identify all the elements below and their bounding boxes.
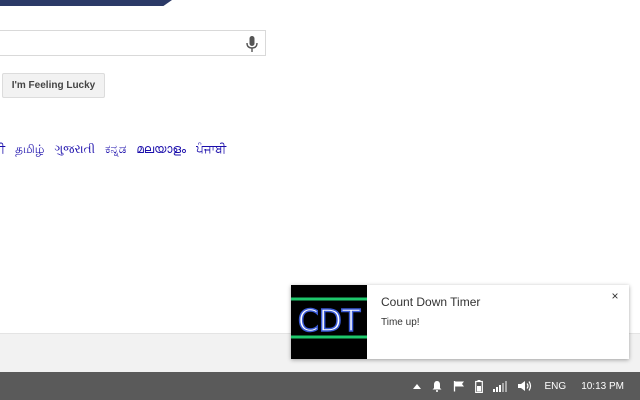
language-links: ਰੀ தமிழ் ગુજરાતી ಕನ್ನಡ മലയാളം ਪੰਜਾਬੀ (0, 142, 226, 158)
language-link[interactable]: ગુજરાતી (54, 142, 95, 158)
top-banner (0, 0, 172, 6)
system-clock[interactable]: 10:13 PM (573, 372, 640, 400)
notification-title: Count Down Timer (381, 295, 481, 309)
notification-message: Time up! (381, 317, 420, 328)
search-input[interactable] (0, 30, 266, 56)
app-logo: CDT (291, 285, 367, 359)
battery-icon[interactable] (470, 372, 488, 400)
input-language-indicator[interactable]: ENG (538, 372, 574, 400)
feeling-lucky-button[interactable]: I'm Feeling Lucky (2, 73, 105, 98)
mic-icon[interactable] (245, 35, 259, 53)
notification-bell-icon[interactable] (426, 372, 448, 400)
language-link[interactable]: ਪੰਜਾਬੀ (196, 142, 226, 158)
network-signal-icon[interactable] (488, 372, 512, 400)
flag-icon[interactable] (448, 372, 470, 400)
chevron-up-icon[interactable] (408, 372, 426, 400)
language-link[interactable]: ಕನ್ನಡ (105, 142, 126, 158)
language-link[interactable]: தமிழ் (15, 142, 44, 158)
speaker-icon[interactable] (512, 372, 538, 400)
taskbar: ENG 10:13 PM (0, 372, 640, 400)
close-icon[interactable]: × (609, 289, 621, 303)
language-link[interactable]: മലയാളം (136, 142, 186, 158)
language-link[interactable]: ਰੀ (0, 142, 5, 158)
logo-text: CDT (298, 304, 361, 339)
notification-toast[interactable]: CDT Count Down Timer Time up! × (291, 285, 629, 359)
